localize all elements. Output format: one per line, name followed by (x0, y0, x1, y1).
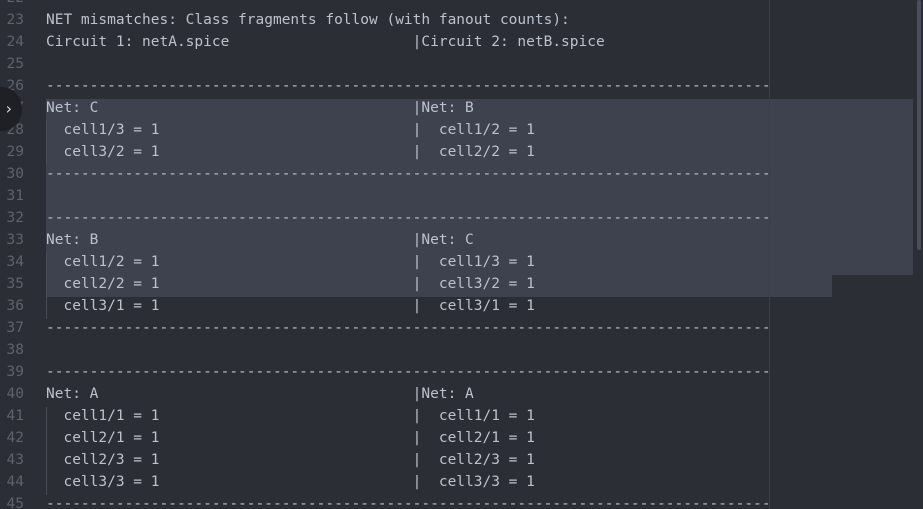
line-text[interactable]: NET mismatches: Class fragments follow (… (46, 9, 570, 31)
line-number: 41 (6, 408, 24, 424)
line-number: 32 (6, 210, 24, 226)
line-number: 22 (0, 0, 24, 9)
line-text[interactable]: ----------------------------------------… (46, 493, 771, 509)
line-text[interactable]: cell3/1 = 1 | cell3/1 = 1 (46, 295, 534, 317)
line-number: 44 (6, 474, 24, 490)
line-number: 42 (6, 430, 24, 446)
code-line[interactable]: 43 cell2/3 = 1 | cell2/3 = 1 (0, 449, 923, 471)
line-number: 29 (6, 144, 24, 160)
line-text[interactable]: ----------------------------------------… (46, 163, 771, 185)
line-text[interactable]: Circuit 1: netA.spice |Circuit 2: netB.s… (46, 31, 605, 53)
line-text[interactable]: ----------------------------------------… (46, 361, 771, 383)
line-text[interactable]: cell2/3 = 1 | cell2/3 = 1 (46, 449, 534, 471)
code-line[interactable]: 25 (0, 53, 923, 75)
code-line[interactable]: 37 --------------------------------------… (0, 317, 923, 339)
code-line[interactable]: 39 --------------------------------------… (0, 361, 923, 383)
line-text[interactable]: ----------------------------------------… (46, 0, 771, 9)
code-line[interactable]: 41 cell1/1 = 1 | cell1/1 = 1 (0, 405, 923, 427)
line-number: 36 (6, 298, 24, 314)
line-text[interactable]: cell1/2 = 1 | cell1/3 = 1 (46, 251, 534, 273)
code-line[interactable]: 33 Net: B |Net: C (0, 229, 923, 251)
code-line[interactable]: 29 cell3/2 = 1 | cell2/2 = 1 (0, 141, 923, 163)
line-text[interactable]: cell2/1 = 1 | cell2/1 = 1 (46, 427, 534, 449)
line-number: 35 (6, 276, 24, 292)
line-number: 40 (6, 386, 24, 402)
line-number: 24 (6, 34, 24, 50)
code-line[interactable]: 30 --------------------------------------… (0, 163, 923, 185)
code-line[interactable]: 42 cell2/1 = 1 | cell2/1 = 1 (0, 427, 923, 449)
line-text[interactable]: cell3/3 = 1 | cell3/3 = 1 (46, 471, 534, 493)
line-number: 31 (6, 188, 24, 204)
code-line[interactable]: 45 --------------------------------------… (0, 493, 923, 509)
line-number: 39 (6, 364, 24, 380)
line-number: 34 (6, 254, 24, 270)
code-line[interactable]: 27Net: C |Net: B (0, 97, 923, 119)
line-text[interactable]: cell3/2 = 1 | cell2/2 = 1 (46, 141, 534, 163)
line-text[interactable]: Net: C |Net: B (46, 97, 474, 119)
code-line[interactable]: 38 (0, 339, 923, 361)
line-text[interactable]: Net: B |Net: C (46, 229, 474, 251)
line-number: 30 (6, 166, 24, 182)
line-text[interactable]: ----------------------------------------… (46, 75, 771, 97)
code-line[interactable]: 40 Net: A |Net: A (0, 383, 923, 405)
line-text[interactable]: cell2/2 = 1 | cell3/2 = 1 (46, 273, 534, 295)
line-number: 25 (6, 56, 24, 72)
code-line[interactable]: 31 (0, 185, 923, 207)
code-line[interactable]: 36 cell3/1 = 1 | cell3/1 = 1 (0, 295, 923, 317)
line-text[interactable]: cell1/3 = 1 | cell1/2 = 1 (46, 119, 534, 141)
line-text[interactable]: Net: A |Net: A (46, 383, 474, 405)
line-number: 43 (6, 452, 24, 468)
line-text[interactable]: ----------------------------------------… (46, 317, 771, 339)
code-line[interactable]: 26 --------------------------------------… (0, 75, 923, 97)
line-number: 45 (6, 496, 24, 509)
code-line[interactable]: 34 cell1/2 = 1 | cell1/3 = 1 (0, 251, 923, 273)
line-text[interactable]: cell1/1 = 1 | cell1/1 = 1 (46, 405, 534, 427)
code-line[interactable]: 23 NET mismatches: Class fragments follow… (0, 9, 923, 31)
code-editor[interactable]: 22 --------------------------------------… (0, 0, 923, 509)
line-number: 23 (6, 12, 24, 28)
line-number: 33 (6, 232, 24, 248)
code-line[interactable]: 22 --------------------------------------… (0, 0, 923, 9)
line-text[interactable]: ----------------------------------------… (46, 207, 771, 229)
code-line[interactable]: 24 Circuit 1: netA.spice |Circuit 2: netB… (0, 31, 923, 53)
code-line[interactable]: 28 cell1/3 = 1 | cell1/2 = 1 (0, 119, 923, 141)
code-line[interactable]: 44 cell3/3 = 1 | cell3/3 = 1 (0, 471, 923, 493)
code-line[interactable]: 32 --------------------------------------… (0, 207, 923, 229)
line-number: 38 (6, 342, 24, 358)
code-line[interactable]: 35 cell2/2 = 1 | cell3/2 = 1 (0, 273, 923, 295)
line-number: 37 (6, 320, 24, 336)
